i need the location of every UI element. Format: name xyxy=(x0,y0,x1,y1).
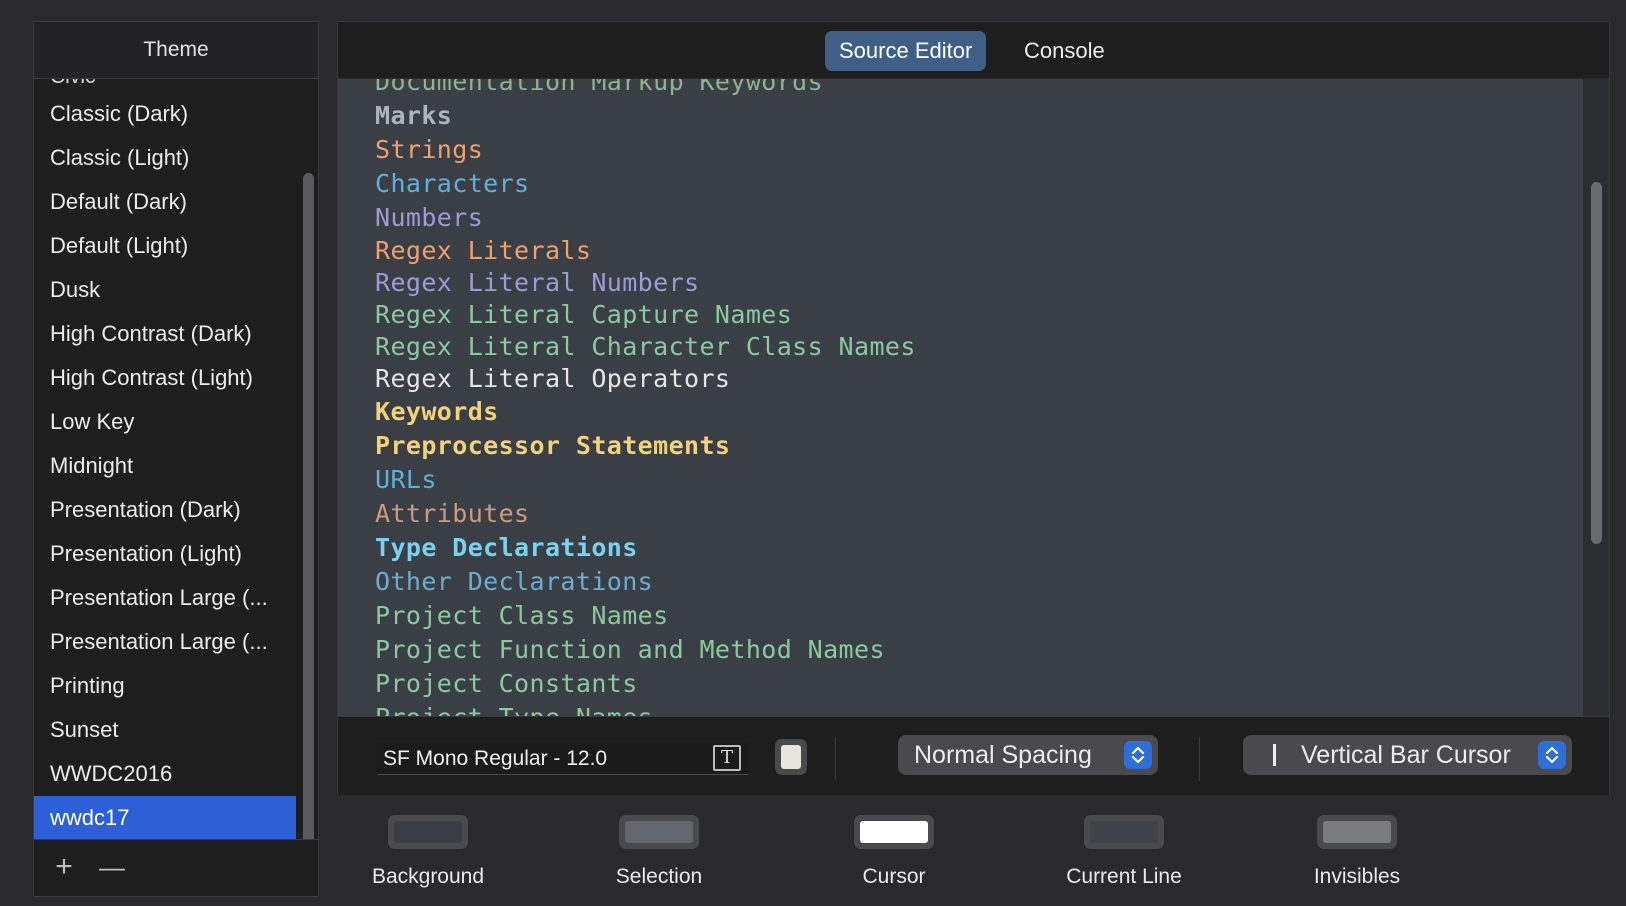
theme-item[interactable]: WWDC2016 xyxy=(34,752,296,796)
theme-item[interactable]: Dusk xyxy=(34,268,296,312)
theme-list-scroll-thumb[interactable] xyxy=(303,173,314,857)
syntax-item[interactable]: Regex Literal Numbers xyxy=(375,268,699,297)
syntax-item[interactable]: Type Declarations xyxy=(375,533,638,562)
font-picker-icon[interactable]: T xyxy=(713,745,741,771)
syntax-item[interactable]: Strings xyxy=(375,135,483,164)
theme-item[interactable]: Default (Light) xyxy=(34,224,296,268)
vertical-bar-cursor-icon xyxy=(1273,744,1276,766)
add-theme-button[interactable]: + xyxy=(46,850,82,884)
color-swatch xyxy=(1090,821,1158,843)
color-well-label: Invisibles xyxy=(1313,865,1401,888)
syntax-item[interactable]: Other Declarations xyxy=(375,567,653,596)
remove-theme-button[interactable]: — xyxy=(94,850,130,884)
theme-item[interactable]: High Contrast (Dark) xyxy=(34,312,296,356)
syntax-preview-list[interactable]: Documentation Markup Keywords Marks String… xyxy=(338,79,1583,716)
theme-list-scrollbar[interactable] xyxy=(296,79,318,860)
color-well[interactable] xyxy=(854,815,934,849)
theme-item[interactable]: High Contrast (Light) xyxy=(34,356,296,400)
theme-item[interactable]: Sunset xyxy=(34,708,296,752)
color-well-label: Current Line xyxy=(1066,865,1182,888)
syntax-list-scrollbar[interactable] xyxy=(1583,79,1609,716)
color-well-label: Selection xyxy=(615,865,703,888)
color-well-group: Cursor xyxy=(814,815,974,889)
syntax-item[interactable]: URLs xyxy=(375,465,437,494)
theme-item[interactable]: Midnight xyxy=(34,444,296,488)
syntax-item[interactable]: Preprocessor Statements xyxy=(375,431,730,460)
syntax-item[interactable]: Characters xyxy=(375,169,530,198)
theme-item[interactable]: Presentation (Light) xyxy=(34,532,296,576)
color-well[interactable] xyxy=(1084,815,1164,849)
syntax-item[interactable]: Documentation Markup Keywords xyxy=(375,79,823,96)
theme-item[interactable]: Presentation Large (... xyxy=(34,576,296,620)
tab-console[interactable]: Console xyxy=(1010,31,1119,71)
theme-item[interactable]: Classic (Dark) xyxy=(34,92,296,136)
color-swatch xyxy=(1323,821,1391,843)
syntax-item[interactable]: Attributes xyxy=(375,499,530,528)
syntax-item[interactable]: Regex Literals xyxy=(375,236,591,265)
editor-tab-bar: Source Editor Console xyxy=(338,22,1609,79)
color-swatch xyxy=(625,821,693,843)
line-spacing-popup[interactable]: Normal Spacing xyxy=(898,735,1158,775)
theme-footer: + — xyxy=(34,839,318,896)
theme-item[interactable]: wwdc17 xyxy=(34,796,296,840)
color-well-group: Background xyxy=(348,815,508,889)
tab-source-editor[interactable]: Source Editor xyxy=(825,31,987,71)
editor-panel: Source Editor Console Documentation Mark… xyxy=(337,21,1610,795)
color-well-group: Invisibles xyxy=(1277,815,1437,889)
syntax-list-scroll-thumb[interactable] xyxy=(1591,182,1602,544)
separator xyxy=(835,737,836,781)
theme-panel: Theme Civic Classic (Dark)Classic (Light… xyxy=(33,21,319,897)
color-swatch xyxy=(394,821,462,843)
up-down-arrows-icon xyxy=(1124,741,1152,769)
syntax-item[interactable]: Numbers xyxy=(375,203,483,232)
syntax-item[interactable]: Project Constants xyxy=(375,669,638,698)
theme-item[interactable]: Low Key xyxy=(34,400,296,444)
cursor-style-popup[interactable]: Vertical Bar Cursor xyxy=(1243,735,1572,775)
syntax-item[interactable]: Regex Literal Character Class Names xyxy=(375,332,916,361)
syntax-item[interactable]: Project Function and Method Names xyxy=(375,635,885,664)
font-color-well[interactable] xyxy=(775,739,807,775)
theme-item[interactable]: Classic (Light) xyxy=(34,136,296,180)
color-well[interactable] xyxy=(619,815,699,849)
syntax-item[interactable]: Project Type Names xyxy=(375,703,653,716)
color-well[interactable] xyxy=(388,815,468,849)
theme-list[interactable]: Civic Classic (Dark)Classic (Light)Defau… xyxy=(34,79,296,860)
line-spacing-value: Normal Spacing xyxy=(914,741,1092,769)
up-down-arrows-icon xyxy=(1538,741,1566,769)
color-well-label: Background xyxy=(371,865,485,888)
syntax-item[interactable]: Regex Literal Capture Names xyxy=(375,300,792,329)
color-swatch xyxy=(860,821,928,843)
separator xyxy=(1199,737,1200,781)
theme-header: Theme xyxy=(34,22,318,79)
color-well[interactable] xyxy=(1317,815,1397,849)
theme-item[interactable]: Printing xyxy=(34,664,296,708)
font-settings-bar: SF Mono Regular - 12.0 T Normal Spacing … xyxy=(338,716,1609,795)
color-well-group: Current Line xyxy=(1044,815,1204,889)
syntax-item[interactable]: Marks xyxy=(375,101,452,130)
font-field-value: SF Mono Regular - 12.0 xyxy=(383,747,608,770)
syntax-item[interactable]: Keywords xyxy=(375,397,499,426)
font-field[interactable]: SF Mono Regular - 12.0 T xyxy=(377,743,748,775)
syntax-item[interactable]: Project Class Names xyxy=(375,601,669,630)
theme-item-clipped[interactable]: Civic xyxy=(50,79,96,89)
theme-item[interactable]: Default (Dark) xyxy=(34,180,296,224)
font-color-swatch xyxy=(781,745,801,769)
theme-item[interactable]: Presentation (Dark) xyxy=(34,488,296,532)
color-well-label: Cursor xyxy=(862,865,926,888)
theme-item[interactable]: Presentation Large (... xyxy=(34,620,296,664)
color-well-group: Selection xyxy=(579,815,739,889)
syntax-item[interactable]: Regex Literal Operators xyxy=(375,364,730,393)
cursor-style-value: Vertical Bar Cursor xyxy=(1301,741,1511,769)
